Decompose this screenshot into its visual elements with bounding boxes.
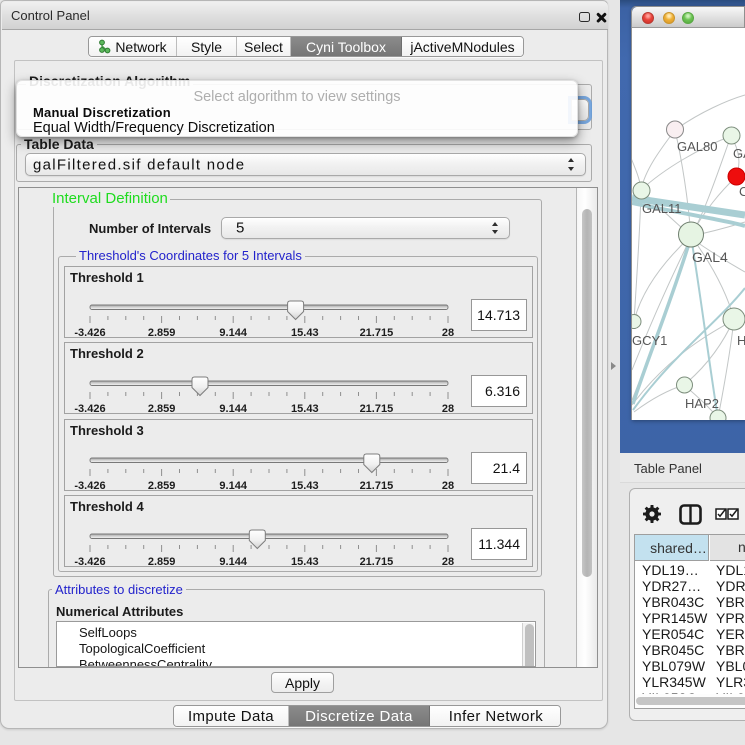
svg-text:21.715: 21.715: [360, 403, 394, 414]
svg-text:H: H: [737, 333, 745, 348]
svg-text:GAL80: GAL80: [677, 139, 717, 154]
svg-text:-3.426: -3.426: [74, 556, 105, 567]
svg-text:15.43: 15.43: [291, 327, 319, 338]
svg-text:21.715: 21.715: [360, 480, 394, 491]
svg-text:HAP2: HAP2: [685, 396, 719, 411]
svg-text:28: 28: [442, 327, 454, 338]
svg-text:28: 28: [442, 556, 454, 567]
svg-text:9.144: 9.144: [219, 403, 247, 414]
svg-text:15.43: 15.43: [291, 556, 319, 567]
svg-text:15.43: 15.43: [291, 403, 319, 414]
svg-text:GAL4: GAL4: [692, 249, 728, 265]
svg-text:15.43: 15.43: [291, 480, 319, 491]
svg-text:2.859: 2.859: [148, 403, 176, 414]
svg-text:28: 28: [442, 403, 454, 414]
svg-text:9.144: 9.144: [219, 480, 247, 491]
svg-text:28: 28: [442, 480, 454, 491]
svg-text:21.715: 21.715: [360, 556, 394, 567]
svg-text:GAL11: GAL11: [642, 201, 682, 216]
svg-text:9.144: 9.144: [219, 556, 247, 567]
svg-text:2.859: 2.859: [148, 480, 176, 491]
svg-text:C: C: [739, 184, 745, 199]
svg-text:GA: GA: [733, 146, 745, 161]
svg-text:-3.426: -3.426: [74, 403, 105, 414]
svg-text:2.859: 2.859: [148, 556, 176, 567]
svg-text:-3.426: -3.426: [74, 480, 105, 491]
svg-text:GCY1: GCY1: [632, 333, 667, 348]
svg-text:2.859: 2.859: [148, 327, 176, 338]
svg-text:-3.426: -3.426: [74, 327, 105, 338]
svg-text:9.144: 9.144: [219, 327, 247, 338]
svg-text:21.715: 21.715: [360, 327, 394, 338]
